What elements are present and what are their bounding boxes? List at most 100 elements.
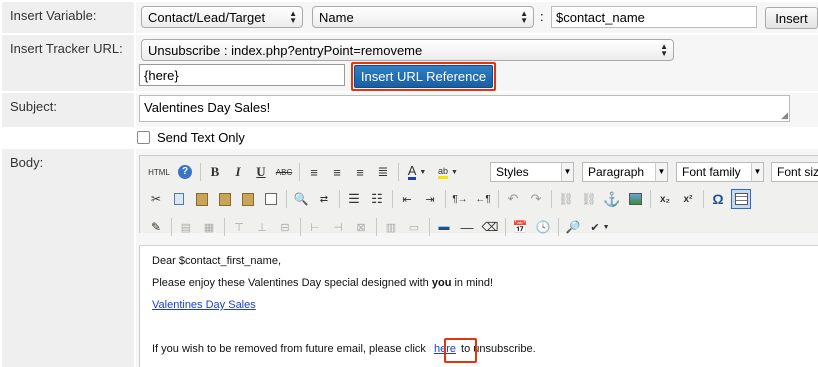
resize-grip-icon[interactable]: ◢ [781,110,788,121]
insert-variable-button[interactable]: Insert [765,7,818,29]
horizontal-rule-icon[interactable]: — [457,217,477,237]
styles-select[interactable]: Styles ▼ [490,162,574,182]
superscript-icon[interactable]: x² [678,189,698,209]
paste-word-icon[interactable] [238,189,258,209]
variable-module-value: Contact/Lead/Target [148,10,266,25]
delete-column-icon[interactable]: ⊠ [351,217,371,237]
outdent-icon[interactable]: ⇤ [397,189,417,209]
format-select[interactable]: Paragraph ▼ [582,162,668,182]
toolbar-separator [558,218,559,236]
align-justify-icon[interactable]: ≣ [373,162,393,182]
send-text-only-checkbox[interactable] [137,131,150,144]
body-label: Body: [2,149,134,367]
replace-icon[interactable]: ⇄ [314,189,334,209]
subject-value: Valentines Day Sales! [144,100,271,115]
select-arrows-icon: ▲ ▼ [289,9,297,25]
preview-icon[interactable]: 🔎 [563,217,583,237]
copy-icon[interactable] [169,189,189,209]
styles-select-value: Styles [496,165,529,179]
body-greeting: Dear $contact_first_name, [152,255,282,267]
spellcheck-icon[interactable]: ✔ ▼ [586,217,614,237]
edit-table-icon[interactable]: ✎ [146,217,166,237]
paste-icon[interactable] [192,189,212,209]
valentines-sales-link[interactable]: Valentines Day Sales [152,299,256,311]
anchor-icon[interactable]: ⚓ [602,189,622,209]
toolbar-separator [286,190,287,208]
toolbar-separator [398,163,399,181]
toolbar-separator [224,218,225,236]
paste-text-icon[interactable] [215,189,235,209]
unlink-icon[interactable]: ⛓ [579,189,599,209]
italic-icon[interactable]: I [228,162,248,182]
body-line-2-end: in mind! [451,277,493,289]
select-all-icon[interactable] [261,189,281,209]
bold-icon[interactable]: B [205,162,225,182]
row-properties-icon[interactable]: ▤ [176,217,196,237]
insert-column-before-icon[interactable]: ⊢ [305,217,325,237]
insert-date-icon[interactable]: 📅 [510,217,530,237]
font-family-select[interactable]: Font family ▼ [676,162,764,182]
underline-icon[interactable]: U [251,162,271,182]
merge-cells-icon[interactable]: ▭ [404,217,424,237]
visual-aid-icon[interactable]: ▬ [434,217,454,237]
special-character-icon[interactable]: Ω [708,189,728,209]
toolbar-separator [551,190,552,208]
variable-name-input[interactable]: $contact_name [551,6,757,28]
unsubscribe-line: If you wish to be removed from future em… [152,343,536,355]
dropdown-arrow-icon: ▼ [655,163,667,181]
subject-label: Subject: [2,93,134,127]
cut-icon[interactable]: ✂ [146,189,166,209]
ltr-icon[interactable]: ¶→ [450,189,470,209]
toolbar-row-3: ✎ ▤ ▦ ⊤ ⊥ ⊟ ⊢ ⊣ ⊠ ▥ ▭ ▬ — ⌫ 📅 🕓 🔎 ✔ ▼ [146,216,617,238]
variable-colon: : [540,9,544,24]
toolbar-separator [339,190,340,208]
background-color-icon[interactable]: ab ▼ [434,162,462,182]
insert-row-after-icon[interactable]: ⊥ [252,217,272,237]
font-size-select-value: Font size [777,165,818,179]
link-icon[interactable]: ⛓ [556,189,576,209]
font-size-select[interactable]: Font size [771,162,818,182]
table-icon[interactable] [731,189,751,209]
find-icon[interactable]: 🔍 [291,189,311,209]
select-arrows-icon: ▲ ▼ [660,42,668,58]
align-left-icon[interactable]: ≡ [304,162,324,182]
insert-time-icon[interactable]: 🕓 [533,217,553,237]
toolbar-row-2: ✂ 🔍 ⇄ ☰ ☷ ⇤ ⇥ ¶→ ←¶ ↶ ↷ ⛓ ⛓ ⚓ x₂ x² Ω [146,188,754,210]
split-cells-icon[interactable]: ▥ [381,217,401,237]
align-center-icon[interactable]: ≡ [327,162,347,182]
remove-format-icon[interactable]: ⌫ [480,217,500,237]
toolbar-separator [445,190,446,208]
align-right-icon[interactable]: ≡ [350,162,370,182]
variable-module-select[interactable]: Contact/Lead/Target ▲ ▼ [141,6,303,28]
help-icon[interactable]: ? [175,162,195,182]
body-line-2-bold: you [431,277,452,289]
insert-row-before-icon[interactable]: ⊤ [229,217,249,237]
toolbar-separator [429,218,430,236]
tracker-url-select[interactable]: Unsubscribe : index.php?entryPoint=remov… [141,39,674,61]
text-color-icon[interactable]: A ▼ [403,162,431,182]
cell-properties-icon[interactable]: ▦ [199,217,219,237]
image-icon[interactable] [625,189,645,209]
variable-field-select[interactable]: Name ▲ ▼ [312,6,534,28]
numbered-list-icon[interactable]: ☷ [367,189,387,209]
insert-column-after-icon[interactable]: ⊣ [328,217,348,237]
select-arrows-icon: ▲ ▼ [520,9,528,25]
insert-url-reference-button[interactable]: Insert URL Reference [354,65,493,88]
tracker-link-text-input[interactable]: {here} [139,64,345,86]
rtl-icon[interactable]: ←¶ [473,189,493,209]
undo-icon[interactable]: ↶ [503,189,523,209]
strikethrough-icon[interactable]: ABC [274,162,294,182]
subject-input[interactable]: Valentines Day Sales! ◢ [139,95,790,122]
toolbar-separator [376,218,377,236]
dropdown-arrow-icon: ▼ [561,163,573,181]
redo-icon[interactable]: ↷ [526,189,546,209]
format-select-value: Paragraph [588,165,645,179]
html-source-icon[interactable]: HTML [146,162,172,182]
insert-tracker-url-label: Insert Tracker URL: [2,35,134,91]
toolbar-separator [650,190,651,208]
bullet-list-icon[interactable]: ☰ [344,189,364,209]
subscript-icon[interactable]: x₂ [655,189,675,209]
delete-row-icon[interactable]: ⊟ [275,217,295,237]
indent-icon[interactable]: ⇥ [420,189,440,209]
body-line-2-start: Please enjoy these Valentines Day specia… [152,277,432,289]
